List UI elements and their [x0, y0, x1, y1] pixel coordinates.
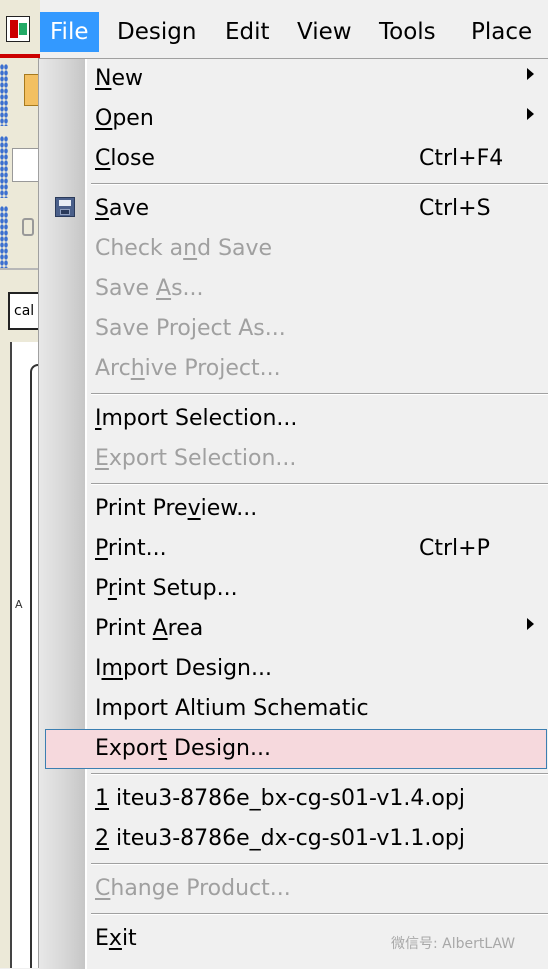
menu-item-check-and-save: Check and Save	[95, 236, 273, 261]
menu-file[interactable]: File	[40, 12, 99, 52]
menu-item-save-project-as: Save Project As...	[95, 316, 286, 341]
menu-separator	[91, 483, 548, 485]
shortcut-save: Ctrl+S	[419, 196, 491, 221]
menu-item-close[interactable]: Close	[95, 139, 155, 179]
menu-item-import-altium-schematic[interactable]: Import Altium Schematic	[95, 689, 369, 729]
lock-icon[interactable]	[22, 218, 34, 236]
toolbar-grip-icon[interactable]	[0, 206, 8, 268]
menu-item-print-area[interactable]: Print Area	[95, 609, 203, 649]
schematic-canvas[interactable]: A	[10, 342, 44, 968]
menu-item-recent-file-1[interactable]: 1 iteu3-8786e_bx-cg-s01-v1.4.opj	[95, 779, 465, 819]
menu-item-recent-file-2[interactable]: 2 iteu3-8786e_dx-cg-s01-v1.1.opj	[95, 819, 465, 859]
menu-item-import-selection[interactable]: Import Selection...	[95, 399, 297, 439]
menu-separator	[91, 863, 548, 865]
menu-place[interactable]: Place	[461, 12, 542, 52]
menu-item-export-design[interactable]: Export Design...	[95, 729, 271, 769]
menu-item-print-setup[interactable]: Print Setup...	[95, 569, 238, 609]
menu-separator	[91, 393, 548, 395]
menu-design[interactable]: Design	[107, 12, 206, 52]
document-tab[interactable]: cal	[8, 292, 40, 330]
shortcut-print: Ctrl+P	[419, 536, 490, 561]
menu-separator	[91, 913, 548, 915]
shortcut-close: Ctrl+F4	[419, 146, 504, 171]
menu-item-change-product: Change Product...	[95, 876, 291, 901]
accent-divider	[0, 54, 40, 58]
submenu-arrow-icon	[527, 108, 534, 120]
menu-item-save-as: Save As...	[95, 276, 204, 301]
toolbar-separator	[0, 268, 40, 270]
watermark: 微信号: AlbertLAW	[391, 936, 516, 952]
menu-view[interactable]: View	[287, 12, 362, 52]
canvas-wire	[30, 372, 32, 968]
menu-item-print-preview[interactable]: Print Preview...	[95, 489, 257, 529]
menu-bar: File Design Edit View Tools Place	[40, 0, 548, 58]
menu-gutter-divider	[85, 59, 87, 969]
menu-edit[interactable]: Edit	[215, 12, 280, 52]
menu-item-save[interactable]: Save	[95, 189, 149, 229]
menu-item-new[interactable]: New	[95, 59, 143, 99]
menu-item-open[interactable]: Open	[95, 99, 154, 139]
save-icon	[55, 197, 75, 217]
app-icon[interactable]	[6, 16, 30, 42]
canvas-label: A	[15, 598, 23, 611]
submenu-arrow-icon	[527, 618, 534, 630]
toolbar-grip-icon[interactable]	[0, 64, 8, 126]
file-menu-dropdown: New Open Close Ctrl+F4 Save Ctrl+S Check…	[38, 58, 548, 969]
menu-item-import-design[interactable]: Import Design...	[95, 649, 272, 689]
background-app-strip: cal A	[0, 0, 44, 968]
menu-item-export-selection: Export Selection...	[95, 446, 297, 471]
submenu-arrow-icon	[527, 68, 534, 80]
toolbar-grip-icon[interactable]	[0, 136, 8, 198]
menu-separator	[91, 183, 548, 185]
menu-item-exit[interactable]: Exit	[95, 919, 137, 959]
menu-item-print[interactable]: Print...	[95, 529, 167, 569]
menu-separator	[91, 773, 548, 775]
toolbar-combobox[interactable]	[12, 148, 40, 182]
menu-icon-gutter	[39, 59, 85, 969]
menu-tools[interactable]: Tools	[369, 12, 446, 52]
menu-item-archive-project: Archive Project...	[95, 356, 281, 381]
